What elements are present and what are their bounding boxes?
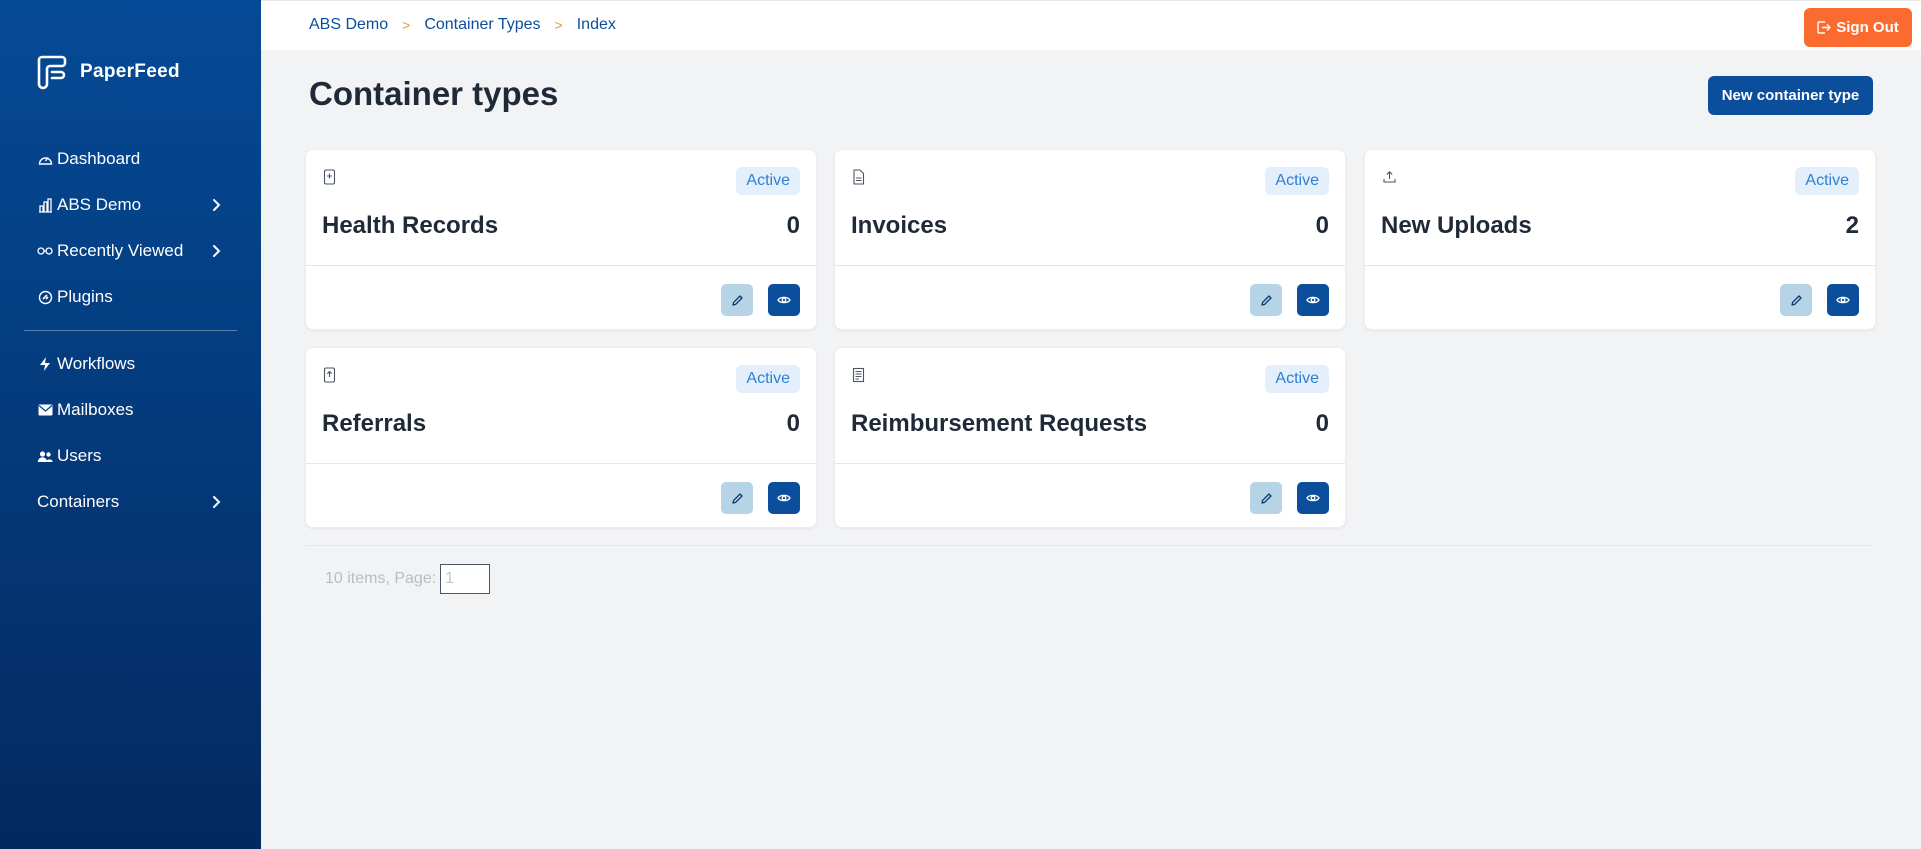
container-type-card: Active Invoices 0 xyxy=(834,149,1346,330)
breadcrumb-abs-demo[interactable]: ABS Demo xyxy=(309,16,388,34)
sidebar-divider xyxy=(24,330,237,331)
dashboard-gauge-icon xyxy=(37,151,53,167)
eye-icon xyxy=(1836,296,1850,304)
sidebar-item-containers[interactable]: Containers xyxy=(0,479,261,525)
edit-button[interactable] xyxy=(1250,284,1282,316)
chevron-right-icon[interactable] xyxy=(211,198,221,212)
sidebar-item-mailboxes[interactable]: Mailboxes xyxy=(0,387,261,433)
sidebar-item-label: Users xyxy=(57,446,102,465)
app-name: PaperFeed xyxy=(80,61,180,82)
pencil-icon xyxy=(1260,492,1272,504)
card-title: Referrals xyxy=(322,410,427,437)
view-button[interactable] xyxy=(1297,284,1329,316)
breadcrumb-separator: > xyxy=(554,17,563,33)
paperfeed-logo-icon xyxy=(37,55,67,90)
building-chart-icon xyxy=(37,197,53,213)
chevron-right-icon[interactable] xyxy=(211,495,221,509)
card-count: 2 xyxy=(1845,212,1859,239)
view-button[interactable] xyxy=(1827,284,1859,316)
card-footer-divider xyxy=(835,463,1345,464)
document-icon xyxy=(853,169,865,185)
app-logo[interactable]: PaperFeed xyxy=(36,54,180,90)
card-count: 0 xyxy=(786,212,800,239)
pencil-icon xyxy=(731,492,743,504)
chevron-right-icon[interactable] xyxy=(211,244,221,258)
sidebar-item-recently-viewed[interactable]: Recently Viewed xyxy=(0,228,261,274)
receipt-icon xyxy=(852,367,865,383)
breadcrumb: ABS Demo > Container Types > Index xyxy=(309,16,616,34)
sidebar: PaperFeed Dashboard ABS Demo Recently Vi… xyxy=(0,0,261,849)
page-number-input[interactable] xyxy=(440,564,491,594)
sidebar-item-label: Containers xyxy=(37,492,120,511)
status-badge: Active xyxy=(1795,167,1859,195)
container-type-card: Active Referrals 0 xyxy=(305,347,817,528)
container-type-card: Active Reimbursement Requests 0 xyxy=(834,347,1346,528)
card-footer-divider xyxy=(306,463,816,464)
card-footer-divider xyxy=(1365,265,1875,266)
upload-icon xyxy=(1383,171,1396,183)
card-title: Reimbursement Requests xyxy=(851,410,1148,437)
pencil-icon xyxy=(1260,294,1272,306)
new-container-type-button[interactable]: New container type xyxy=(1708,76,1873,115)
card-count: 0 xyxy=(1315,410,1329,437)
card-title: Health Records xyxy=(322,212,499,239)
status-badge: Active xyxy=(1265,167,1329,195)
sidebar-item-label: Dashboard xyxy=(57,149,141,168)
card-count: 0 xyxy=(786,410,800,437)
eye-icon xyxy=(777,296,791,304)
glasses-icon xyxy=(37,243,53,259)
sign-out-label: Sign Out xyxy=(1836,19,1899,36)
referral-document-icon xyxy=(323,367,336,383)
sign-out-icon xyxy=(1817,21,1832,34)
pagination-summary: 10 items, Page: xyxy=(325,570,437,587)
page-title: Container types xyxy=(309,75,559,112)
sidebar-item-dashboard[interactable]: Dashboard xyxy=(0,136,261,182)
edit-button[interactable] xyxy=(1250,482,1282,514)
pager-divider xyxy=(305,545,1873,546)
container-type-card: Active New Uploads 2 xyxy=(1364,149,1876,330)
sidebar-item-label: Recently Viewed xyxy=(57,241,184,260)
sidebar-item-workflows[interactable]: Workflows xyxy=(0,341,261,387)
edit-button[interactable] xyxy=(721,284,753,316)
sidebar-item-label: Plugins xyxy=(57,287,113,306)
edit-button[interactable] xyxy=(1780,284,1812,316)
sidebar-item-label: Mailboxes xyxy=(57,400,134,419)
card-footer-divider xyxy=(306,265,816,266)
container-type-card: Active Health Records 0 xyxy=(305,149,817,330)
users-icon xyxy=(37,448,53,464)
breadcrumb-container-types[interactable]: Container Types xyxy=(424,16,540,34)
view-button[interactable] xyxy=(768,284,800,316)
eye-icon xyxy=(777,494,791,502)
pencil-icon xyxy=(1790,294,1802,306)
card-title: Invoices xyxy=(851,212,948,239)
status-badge: Active xyxy=(736,365,800,393)
sign-out-button[interactable]: Sign Out xyxy=(1804,8,1912,47)
view-button[interactable] xyxy=(1297,482,1329,514)
sidebar-item-plugins[interactable]: Plugins xyxy=(0,274,261,320)
plugin-circle-icon xyxy=(37,289,53,305)
status-badge: Active xyxy=(736,167,800,195)
pencil-icon xyxy=(731,294,743,306)
sidebar-item-label: Workflows xyxy=(57,354,136,373)
envelope-icon xyxy=(37,402,53,418)
sidebar-item-label: ABS Demo xyxy=(57,195,142,214)
card-title: New Uploads xyxy=(1381,212,1532,239)
pagination: 10 items, Page: xyxy=(325,564,491,594)
topbar: ABS Demo > Container Types > Index Sign … xyxy=(261,0,1921,50)
lightning-icon xyxy=(37,356,53,372)
sidebar-nav: Dashboard ABS Demo Recently Viewed Plugi… xyxy=(0,136,261,525)
status-badge: Active xyxy=(1265,365,1329,393)
breadcrumb-separator: > xyxy=(402,17,411,33)
card-footer-divider xyxy=(835,265,1345,266)
eye-icon xyxy=(1306,296,1320,304)
eye-icon xyxy=(1306,494,1320,502)
view-button[interactable] xyxy=(768,482,800,514)
card-count: 0 xyxy=(1315,212,1329,239)
sidebar-item-abs-demo[interactable]: ABS Demo xyxy=(0,182,261,228)
sidebar-item-users[interactable]: Users xyxy=(0,433,261,479)
medical-document-icon xyxy=(323,169,336,185)
breadcrumb-index[interactable]: Index xyxy=(577,16,616,34)
edit-button[interactable] xyxy=(721,482,753,514)
